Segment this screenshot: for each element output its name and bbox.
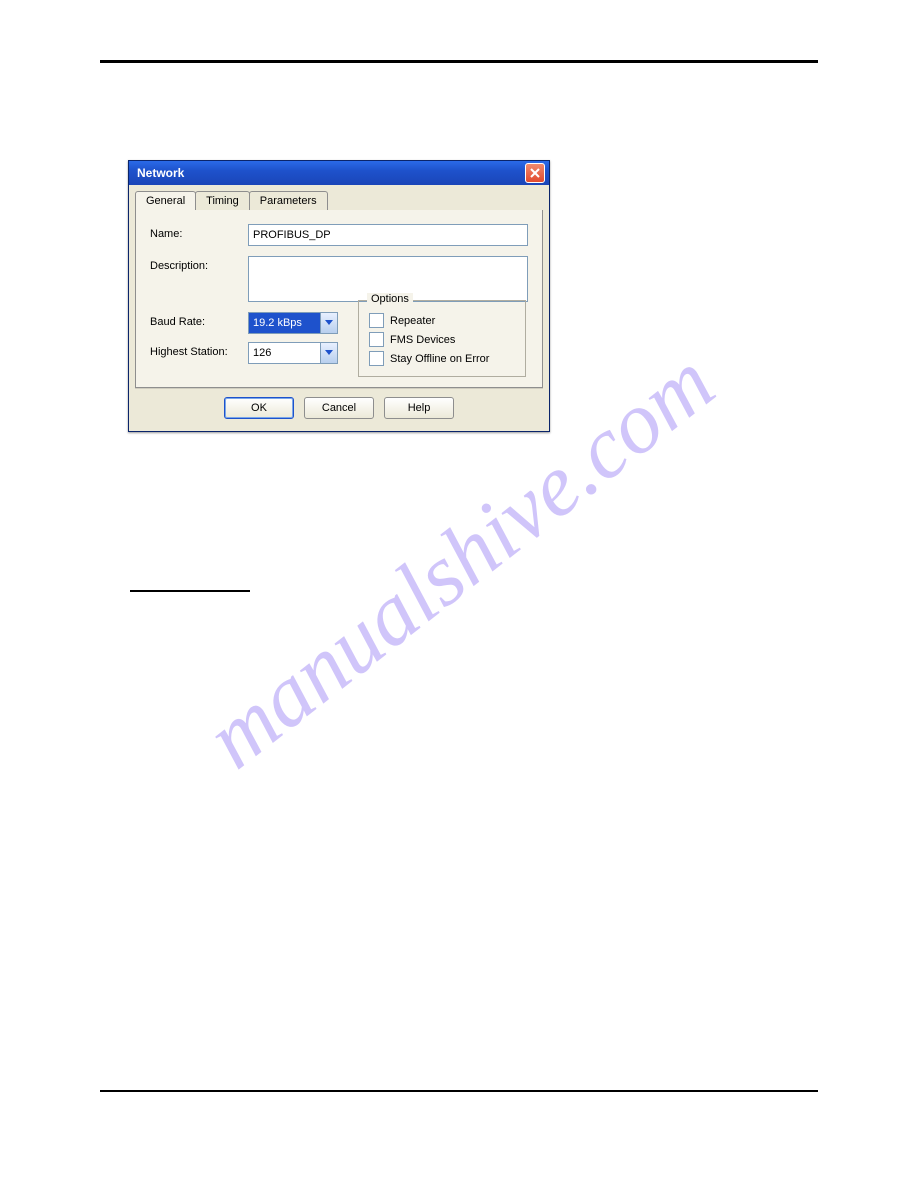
tab-timing[interactable]: Timing xyxy=(195,191,250,210)
baud-rate-dropdown-button[interactable] xyxy=(320,313,337,333)
fms-devices-label: FMS Devices xyxy=(390,334,455,346)
tabstrip: General Timing Parameters xyxy=(129,185,549,210)
options-groupbox: Options Repeater FMS Devices Stay Offlin… xyxy=(358,300,526,377)
dialog-button-row: OK Cancel Help xyxy=(135,388,543,425)
row-name: Name: xyxy=(150,224,528,246)
left-column: Baud Rate: 19.2 kBps Highest Station: 12… xyxy=(150,312,338,377)
network-dialog: Network General Timing Parameters Name: … xyxy=(128,160,550,432)
highest-station-dropdown-button[interactable] xyxy=(320,343,337,363)
repeater-checkbox[interactable] xyxy=(369,313,384,328)
lower-settings-row: Baud Rate: 19.2 kBps Highest Station: 12… xyxy=(150,312,528,377)
titlebar[interactable]: Network xyxy=(129,161,549,185)
chevron-down-icon xyxy=(325,320,333,326)
close-button[interactable] xyxy=(525,163,545,183)
option-repeater-row: Repeater xyxy=(369,313,515,328)
window-title: Network xyxy=(137,166,184,180)
label-highest-station: Highest Station: xyxy=(150,342,238,358)
option-fms-row: FMS Devices xyxy=(369,332,515,347)
close-icon xyxy=(530,168,540,178)
options-title: Options xyxy=(367,293,413,305)
highest-station-value: 126 xyxy=(249,343,320,363)
ok-button[interactable]: OK xyxy=(224,397,294,419)
page-bottom-rule xyxy=(100,1090,818,1092)
page-underline xyxy=(130,590,250,592)
tab-panel-general: Name: Description: Baud Rate: 19.2 kBps xyxy=(135,210,543,388)
row-description: Description: xyxy=(150,256,528,302)
baud-rate-combo[interactable]: 19.2 kBps xyxy=(248,312,338,334)
tab-general[interactable]: General xyxy=(135,191,196,210)
label-description: Description: xyxy=(150,256,238,272)
highest-station-combo[interactable]: 126 xyxy=(248,342,338,364)
chevron-down-icon xyxy=(325,350,333,356)
stay-offline-checkbox[interactable] xyxy=(369,351,384,366)
cancel-button[interactable]: Cancel xyxy=(304,397,374,419)
baud-rate-value: 19.2 kBps xyxy=(249,313,320,333)
row-highest-station: Highest Station: 126 xyxy=(150,342,338,364)
name-input[interactable] xyxy=(248,224,528,246)
label-name: Name: xyxy=(150,224,238,240)
label-baud-rate: Baud Rate: xyxy=(150,312,238,328)
help-button[interactable]: Help xyxy=(384,397,454,419)
option-stay-offline-row: Stay Offline on Error xyxy=(369,351,515,366)
fms-devices-checkbox[interactable] xyxy=(369,332,384,347)
repeater-label: Repeater xyxy=(390,315,435,327)
stay-offline-label: Stay Offline on Error xyxy=(390,353,489,365)
row-baud-rate: Baud Rate: 19.2 kBps xyxy=(150,312,338,334)
page-top-rule xyxy=(100,60,818,63)
tab-parameters[interactable]: Parameters xyxy=(249,191,328,210)
